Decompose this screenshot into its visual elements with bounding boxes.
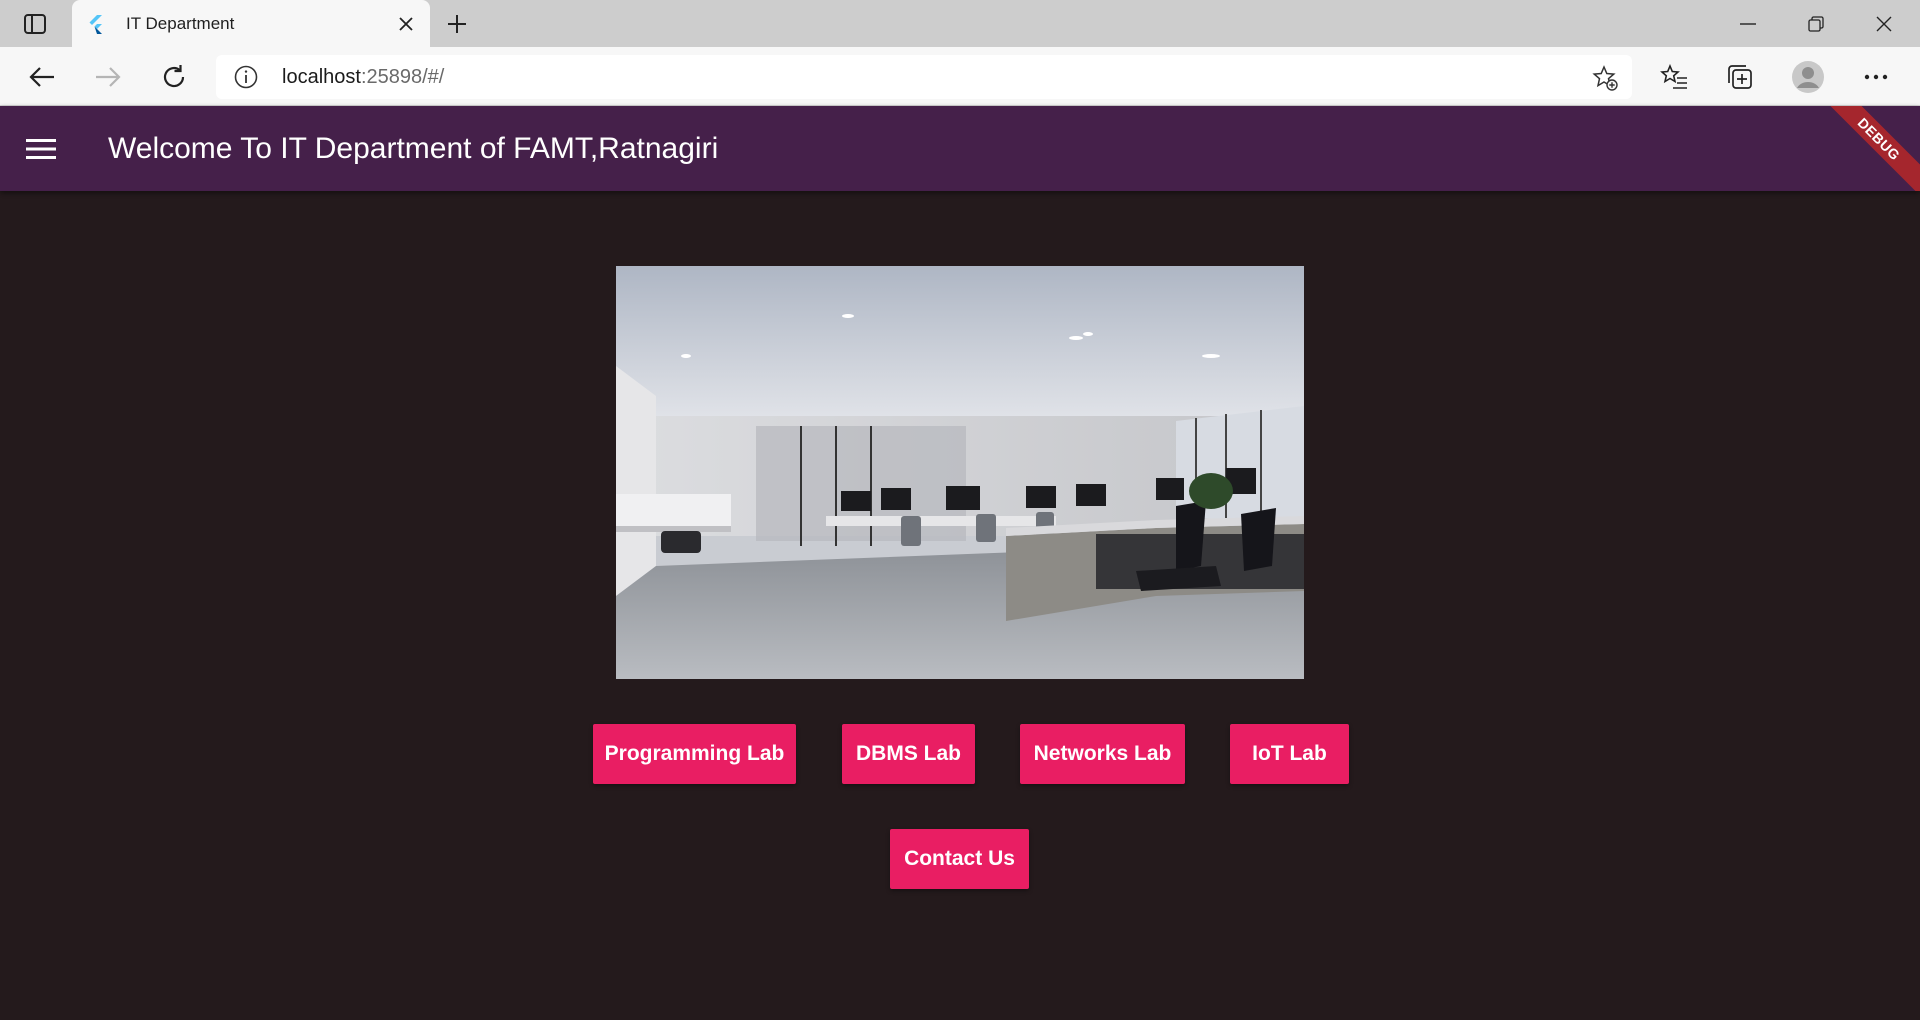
flutter-icon bbox=[89, 15, 102, 34]
app-bar: Welcome To IT Department of FAMT,Ratnagi… bbox=[0, 106, 1920, 191]
networks-lab-button[interactable]: Networks Lab bbox=[1020, 724, 1185, 784]
browser-tab[interactable]: IT Department bbox=[72, 0, 430, 47]
page-title: Welcome To IT Department of FAMT,Ratnagi… bbox=[108, 132, 719, 165]
profile-icon[interactable] bbox=[1790, 59, 1826, 95]
url-path: :25898/#/ bbox=[360, 66, 445, 88]
favorites-icon[interactable] bbox=[1656, 59, 1692, 95]
forward-arrow-icon[interactable] bbox=[90, 59, 126, 95]
refresh-icon[interactable] bbox=[156, 59, 192, 95]
debug-banner: DEBUG bbox=[1811, 106, 1920, 191]
contact-us-button[interactable]: Contact Us bbox=[890, 829, 1029, 889]
tab-title: IT Department bbox=[126, 14, 235, 33]
close-window-icon[interactable] bbox=[1850, 0, 1918, 47]
info-icon[interactable] bbox=[234, 65, 258, 89]
iot-lab-button[interactable]: IoT Lab bbox=[1230, 724, 1349, 784]
close-icon[interactable] bbox=[394, 12, 418, 36]
add-favorite-icon[interactable] bbox=[1592, 65, 1618, 91]
browser-tab-bar: IT Department bbox=[0, 0, 1920, 47]
url-text[interactable]: localhost:25898/#/ bbox=[282, 66, 444, 89]
restore-icon[interactable] bbox=[1782, 0, 1850, 47]
hamburger-icon[interactable] bbox=[20, 128, 62, 170]
address-bar[interactable]: localhost:25898/#/ bbox=[216, 55, 1632, 99]
browser-toolbar: localhost:25898/#/ bbox=[0, 47, 1920, 106]
plus-icon[interactable] bbox=[442, 10, 472, 38]
tab-actions-icon[interactable] bbox=[18, 10, 52, 38]
dbms-lab-button[interactable]: DBMS Lab bbox=[842, 724, 975, 784]
back-arrow-icon[interactable] bbox=[24, 59, 60, 95]
collections-icon[interactable] bbox=[1722, 59, 1758, 95]
office-image bbox=[616, 266, 1304, 679]
minimize-icon[interactable] bbox=[1714, 0, 1782, 47]
url-host: localhost bbox=[282, 66, 361, 88]
more-icon[interactable] bbox=[1858, 59, 1894, 95]
programming-lab-button[interactable]: Programming Lab bbox=[593, 724, 796, 784]
